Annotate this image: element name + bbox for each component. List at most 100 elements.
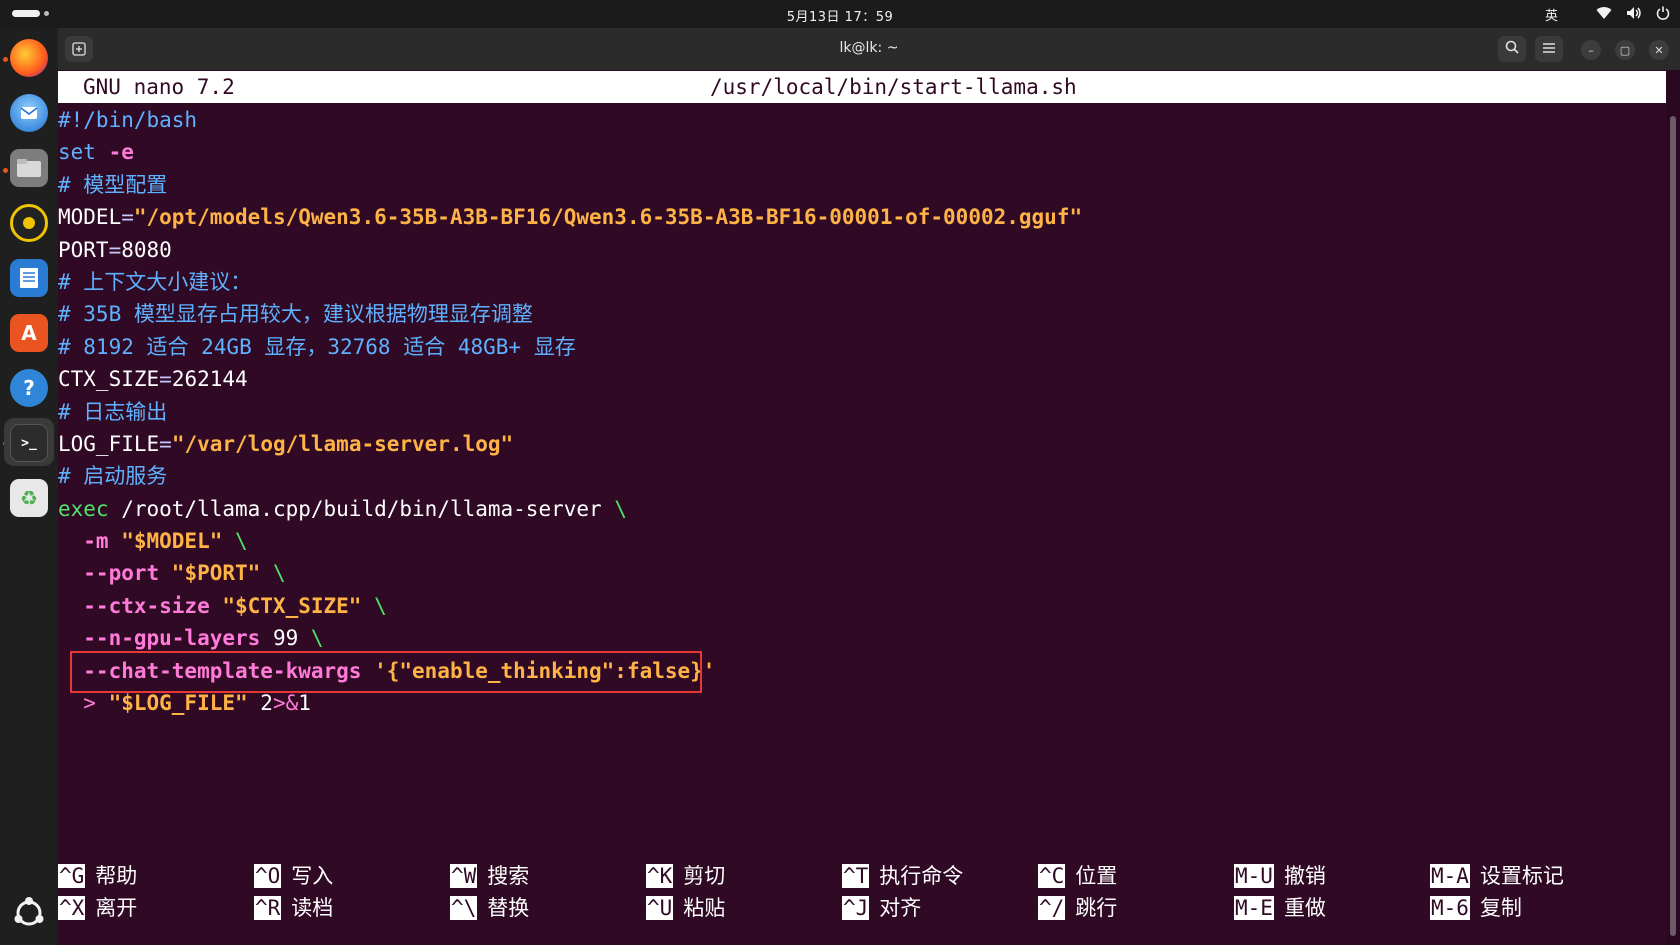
shortcut-label: 替换 — [487, 896, 530, 920]
flag: --port — [58, 561, 160, 586]
command-path: /root/llama.cpp/build/bin/llama-server — [108, 496, 615, 521]
shortcut-help[interactable]: ^G 帮助 — [58, 860, 137, 892]
shortcut-label: 写入 — [291, 864, 334, 888]
shortcut-location[interactable]: ^C 位置 — [1038, 860, 1117, 892]
shortcut-goto-line[interactable]: ^/ 跳行 — [1038, 892, 1117, 924]
terminal-icon[interactable]: >_ — [10, 424, 48, 462]
shortcut-key: ^T — [842, 864, 870, 888]
shortcut-label: 读档 — [291, 896, 334, 920]
code-line: MODEL="/opt/models/Qwen3.6-35B-A3B-BF16/… — [58, 201, 1082, 233]
shortcut-write[interactable]: ^O 写入 — [254, 860, 333, 892]
shortcut-cut[interactable]: ^K 剪切 — [646, 860, 725, 892]
shortcut-label: 搜索 — [487, 864, 530, 888]
comment: # 启动服务 — [58, 464, 168, 489]
argument: 99 — [260, 626, 311, 651]
variable-name: MODEL — [58, 205, 122, 230]
line-continuation: \ — [272, 561, 286, 586]
firefox-icon[interactable] — [10, 39, 48, 77]
code-line: # 日志输出 — [58, 396, 1082, 428]
code-line: exec /root/llama.cpp/build/bin/llama-ser… — [58, 493, 1082, 525]
comment: # 8192 适合 24GB 显存，32768 适合 48GB+ 显存 — [58, 334, 576, 359]
flag: --n-gpu-layers — [58, 626, 261, 651]
show-apps-icon[interactable] — [12, 896, 46, 930]
clock[interactable]: 5月13日 17：59 — [0, 6, 1680, 25]
string: "/var/log/llama-server.log" — [171, 431, 514, 456]
maximize-button[interactable]: ▢ — [1615, 40, 1635, 60]
shortcut-undo[interactable]: M-U 撤销 — [1234, 860, 1326, 892]
shortcut-paste[interactable]: ^U 粘贴 — [646, 892, 725, 924]
search-icon — [1505, 40, 1519, 58]
input-method-indicator[interactable]: 英 — [1545, 5, 1558, 24]
shortcut-redo[interactable]: M-E 重做 — [1234, 892, 1326, 924]
code-line: -m "$MODEL" \ — [58, 525, 1082, 557]
scrollbar-thumb[interactable] — [1670, 116, 1676, 936]
wifi-icon[interactable] — [1596, 6, 1612, 24]
shortcut-copy[interactable]: M-6 复制 — [1430, 892, 1522, 924]
comment: # 上下文大小建议： — [58, 269, 252, 294]
close-button[interactable]: ✕ — [1649, 40, 1669, 60]
code-line: --ctx-size "$CTX_SIZE" \ — [58, 590, 1082, 622]
trash-icon[interactable]: ♻ — [10, 479, 48, 517]
redirect-operator: >& — [272, 691, 299, 716]
argument: "$MODEL" — [108, 529, 236, 554]
rhythmbox-icon[interactable] — [10, 204, 48, 242]
shortcut-label: 撤销 — [1283, 864, 1326, 888]
shortcut-justify[interactable]: ^J 对齐 — [842, 892, 921, 924]
system-tray[interactable]: 英 — [1545, 5, 1670, 24]
shortcut-read[interactable]: ^R 读档 — [254, 892, 333, 924]
line-continuation: \ — [235, 529, 248, 554]
redirect-operator: > — [58, 691, 109, 716]
operator: = — [108, 237, 122, 262]
terminal-content[interactable]: GNU nano 7.2 /usr/local/bin/start-llama.… — [58, 70, 1666, 945]
argument: "$PORT" — [159, 561, 273, 586]
code-line: # 35B 模型显存占用较大，建议根据物理显存调整 — [58, 298, 1082, 330]
operator: = — [159, 367, 172, 392]
line-continuation: \ — [310, 626, 324, 651]
writer-icon[interactable] — [10, 259, 48, 297]
shortcut-search[interactable]: ^W 搜索 — [450, 860, 529, 892]
power-icon[interactable] — [1656, 6, 1670, 24]
shortcut-key: ^\ — [450, 896, 478, 920]
value: 262144 — [171, 367, 248, 392]
flag: -m — [58, 529, 109, 554]
line-continuation: \ — [374, 593, 387, 618]
variable-name: PORT — [58, 237, 109, 262]
flag: --ctx-size — [58, 593, 210, 618]
shortcut-label: 离开 — [95, 896, 138, 920]
minimize-button[interactable]: – — [1581, 40, 1601, 60]
nano-version: GNU nano 7.2 — [83, 75, 235, 99]
shortcut-key: M-6 — [1430, 896, 1470, 920]
shortcut-key: ^J — [842, 896, 870, 920]
editor-buffer[interactable]: #!/bin/bash set -e # 模型配置 MODEL="/opt/mo… — [58, 104, 1082, 719]
line-continuation: \ — [614, 496, 627, 521]
terminal-scrollbar[interactable] — [1666, 70, 1680, 945]
appcenter-icon[interactable]: A — [10, 314, 48, 352]
shortcut-exit[interactable]: ^X 离开 — [58, 892, 137, 924]
variable-name: CTX_SIZE — [58, 367, 160, 392]
volume-icon[interactable] — [1626, 6, 1642, 24]
operator: = — [121, 205, 134, 230]
shortcut-replace[interactable]: ^\ 替换 — [450, 892, 529, 924]
thunderbird-icon[interactable] — [10, 94, 48, 132]
shortcut-set-mark[interactable]: M-A 设置标记 — [1430, 860, 1564, 892]
running-indicator — [3, 168, 8, 173]
shortcut-label: 复制 — [1479, 896, 1522, 920]
code-line: # 上下文大小建议： — [58, 266, 1082, 298]
shortcut-key: M-A — [1430, 864, 1470, 888]
shortcut-key: ^C — [1038, 864, 1066, 888]
shortcut-key: ^K — [646, 864, 674, 888]
help-icon[interactable]: ? — [10, 369, 48, 407]
highlight-annotation-box — [70, 651, 702, 693]
top-bar: 5月13日 17：59 英 — [0, 0, 1680, 28]
running-indicator — [3, 57, 8, 62]
shortcut-label: 位置 — [1075, 864, 1118, 888]
files-icon[interactable] — [10, 149, 48, 187]
code-line: --port "$PORT" \ — [58, 557, 1082, 589]
shortcut-key: ^X — [58, 896, 86, 920]
menu-button[interactable] — [1535, 36, 1563, 62]
shortcut-key: ^R — [254, 896, 282, 920]
code-line: # 8192 适合 24GB 显存，32768 适合 48GB+ 显存 — [58, 331, 1082, 363]
shortcut-execute[interactable]: ^T 执行命令 — [842, 860, 963, 892]
search-button[interactable] — [1498, 36, 1526, 62]
code-line: CTX_SIZE=262144 — [58, 363, 1082, 395]
